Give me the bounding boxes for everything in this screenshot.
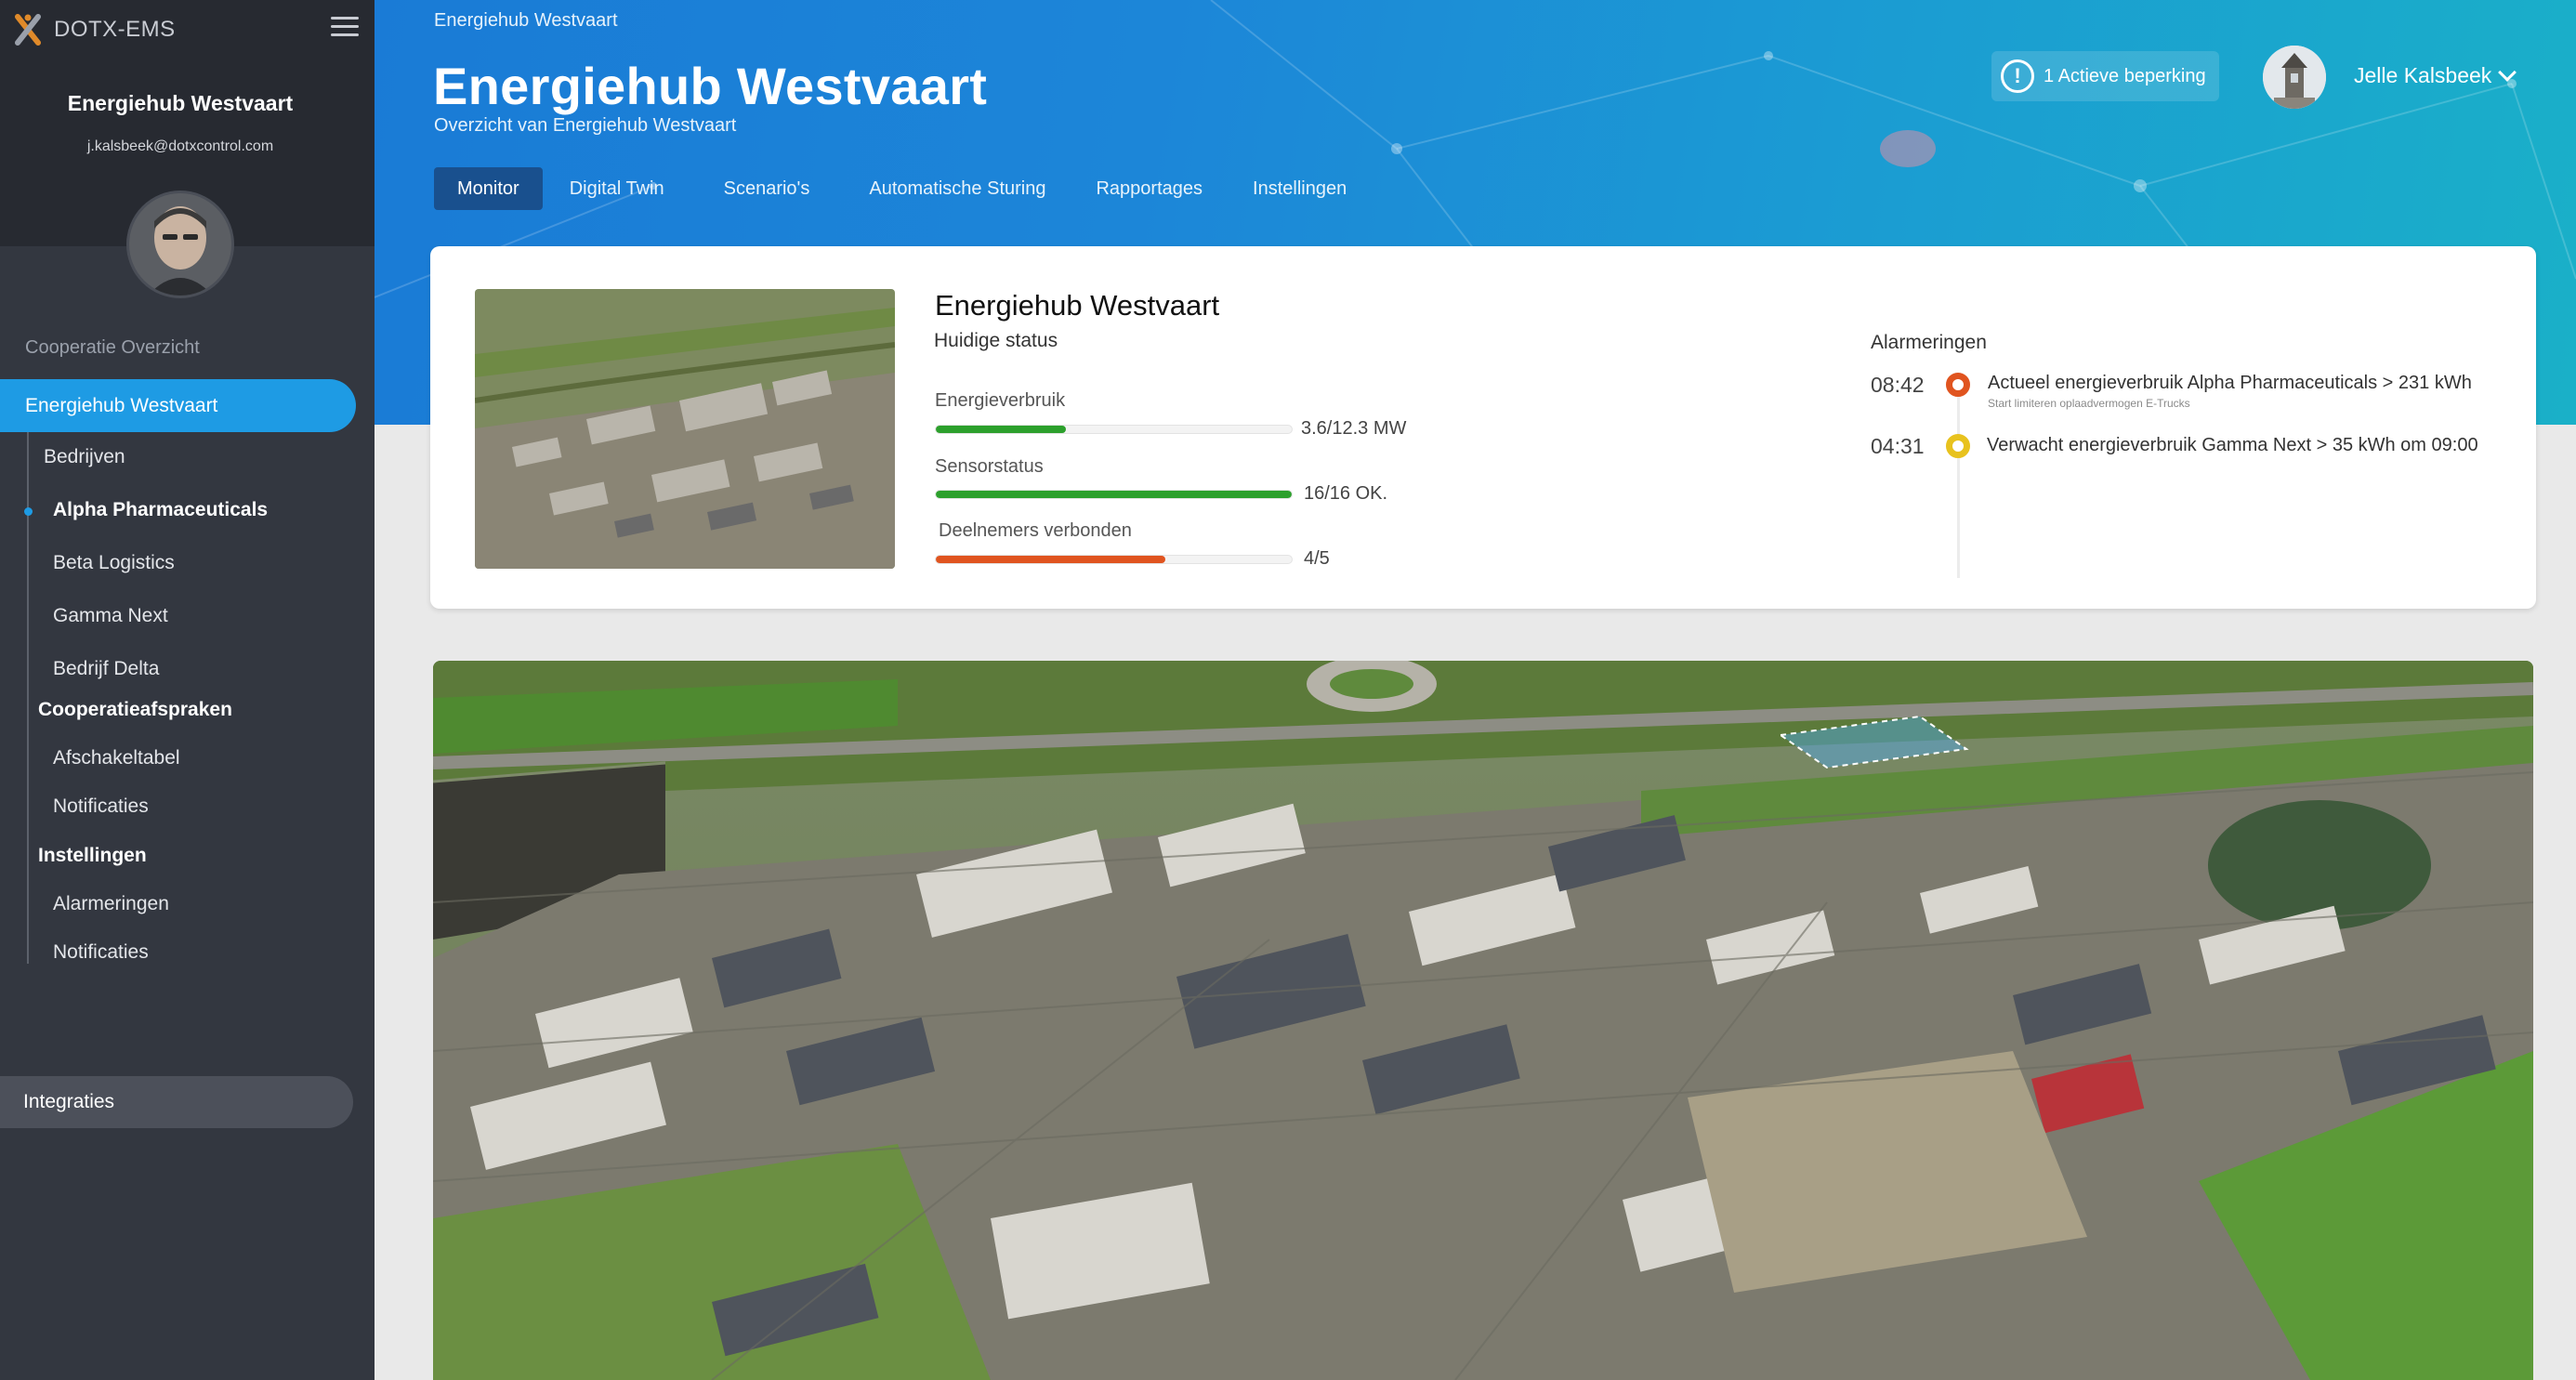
sidebar-item-afschakeltabel[interactable]: Afschakeltabel	[53, 747, 180, 769]
alarm-severity-icon	[1946, 373, 1970, 397]
brand[interactable]: DOTX-EMS	[15, 13, 176, 46]
active-limitation-button[interactable]: ! 1 Actieve beperking	[1991, 51, 2219, 101]
metric-participants-bar	[935, 555, 1293, 564]
tab-bar: Monitor Digital Twin Scenario's Automati…	[434, 167, 1373, 210]
dotx-logo-icon	[15, 13, 41, 46]
tab-automatische-sturing[interactable]: Automatische Sturing	[846, 167, 1069, 210]
metric-participants-label: Deelnemers verbonden	[939, 520, 1132, 541]
sidebar-item-integraties[interactable]: Integraties	[0, 1076, 353, 1128]
sidebar: DOTX-EMS Energiehub Westvaart j.kalsbeek…	[0, 0, 375, 1380]
card-subtitle: Huidige status	[934, 330, 1058, 351]
tab-monitor[interactable]: Monitor	[434, 167, 543, 210]
sidebar-item-energiehub-westvaart[interactable]: Energiehub Westvaart	[0, 379, 356, 432]
tab-scenarios[interactable]: Scenario's	[701, 167, 834, 210]
metric-participants-bar-fill	[936, 556, 1166, 563]
sidebar-item-instellingen[interactable]: Instellingen	[38, 845, 147, 867]
active-limitation-label: 1 Actieve beperking	[2044, 65, 2206, 86]
user-menu[interactable]: Jelle Kalsbeek	[2354, 62, 2517, 88]
sidebar-item-alarmeringen[interactable]: Alarmeringen	[53, 893, 169, 915]
sidebar-item-label: Integraties	[23, 1091, 115, 1112]
sidebar-item-cooperatieafspraken[interactable]: Cooperatieafspraken	[38, 699, 232, 721]
user-avatar[interactable]	[2263, 46, 2326, 109]
hub-aerial-thumbnail	[475, 289, 895, 569]
sidebar-item-label: Energiehub Westvaart	[25, 394, 218, 416]
avatar[interactable]	[126, 191, 234, 298]
page-subtitle: Overzicht van Energiehub Westvaart	[434, 115, 737, 136]
aerial-map-image	[433, 661, 2533, 1380]
alarm-text[interactable]: Verwacht energieverbruik Gamma Next > 35…	[1987, 435, 2478, 456]
active-indicator-dot	[24, 507, 33, 516]
alarm-subtext: Start limiteren oplaadvermogen E-Trucks	[1988, 397, 2190, 410]
alarm-text[interactable]: Actueel energieverbruik Alpha Pharmaceut…	[1988, 373, 2472, 394]
menu-icon[interactable]	[331, 17, 359, 37]
sidebar-item-alpha-pharmaceuticals[interactable]: Alpha Pharmaceuticals	[53, 499, 268, 521]
alarm-warning-icon	[1946, 434, 1970, 458]
metric-sensor-value: 16/16 OK.	[1304, 483, 1388, 504]
sidebar-item-notificaties-settings[interactable]: Notificaties	[53, 941, 149, 964]
hub-status-card: Energiehub Westvaart Huidige status Ener…	[430, 246, 2536, 609]
card-title: Energiehub Westvaart	[935, 289, 1220, 322]
sidebar-user-name: Energiehub Westvaart	[67, 91, 294, 115]
sidebar-item-bedrijf-delta[interactable]: Bedrijf Delta	[53, 658, 159, 680]
metric-energy-bar	[935, 425, 1293, 434]
chevron-down-icon	[2498, 62, 2517, 82]
metric-energy-bar-fill	[936, 426, 1067, 433]
alarms-heading: Alarmeringen	[1871, 332, 1987, 353]
brand-name: DOTX-EMS	[54, 17, 176, 42]
metric-energy-label: Energieverbruik	[935, 390, 1066, 411]
alert-icon: !	[2001, 59, 2034, 93]
tab-instellingen[interactable]: Instellingen	[1229, 167, 1370, 210]
alarm-time: 04:31	[1871, 434, 1925, 458]
tab-rapportages[interactable]: Rapportages	[1072, 167, 1226, 210]
user-name: Jelle Kalsbeek	[2354, 63, 2492, 87]
sidebar-section-label: Cooperatie Overzicht	[25, 337, 200, 358]
sidebar-item-beta-logistics[interactable]: Beta Logistics	[53, 552, 175, 574]
aerial-map-view[interactable]	[433, 661, 2533, 1380]
alarm-timeline	[1957, 376, 1960, 578]
alarm-time: 08:42	[1871, 373, 1925, 397]
metric-sensor-bar	[935, 490, 1293, 499]
metric-sensor-label: Sensorstatus	[935, 456, 1044, 477]
sidebar-item-bedrijven[interactable]: Bedrijven	[44, 446, 125, 468]
sidebar-item-gamma-next[interactable]: Gamma Next	[53, 605, 168, 627]
page-title: Energiehub Westvaart	[433, 57, 988, 115]
metric-participants-value: 4/5	[1304, 548, 1330, 569]
metric-energy-value: 3.6/12.3 MW	[1301, 418, 1407, 439]
tab-digital-twin[interactable]: Digital Twin	[546, 167, 688, 210]
sidebar-user-email: j.kalsbeek@dotxcontrol.com	[86, 138, 274, 154]
sidebar-item-notificaties[interactable]: Notificaties	[53, 795, 149, 818]
metric-sensor-bar-fill	[936, 491, 1292, 498]
breadcrumb[interactable]: Energiehub Westvaart	[434, 10, 618, 32]
